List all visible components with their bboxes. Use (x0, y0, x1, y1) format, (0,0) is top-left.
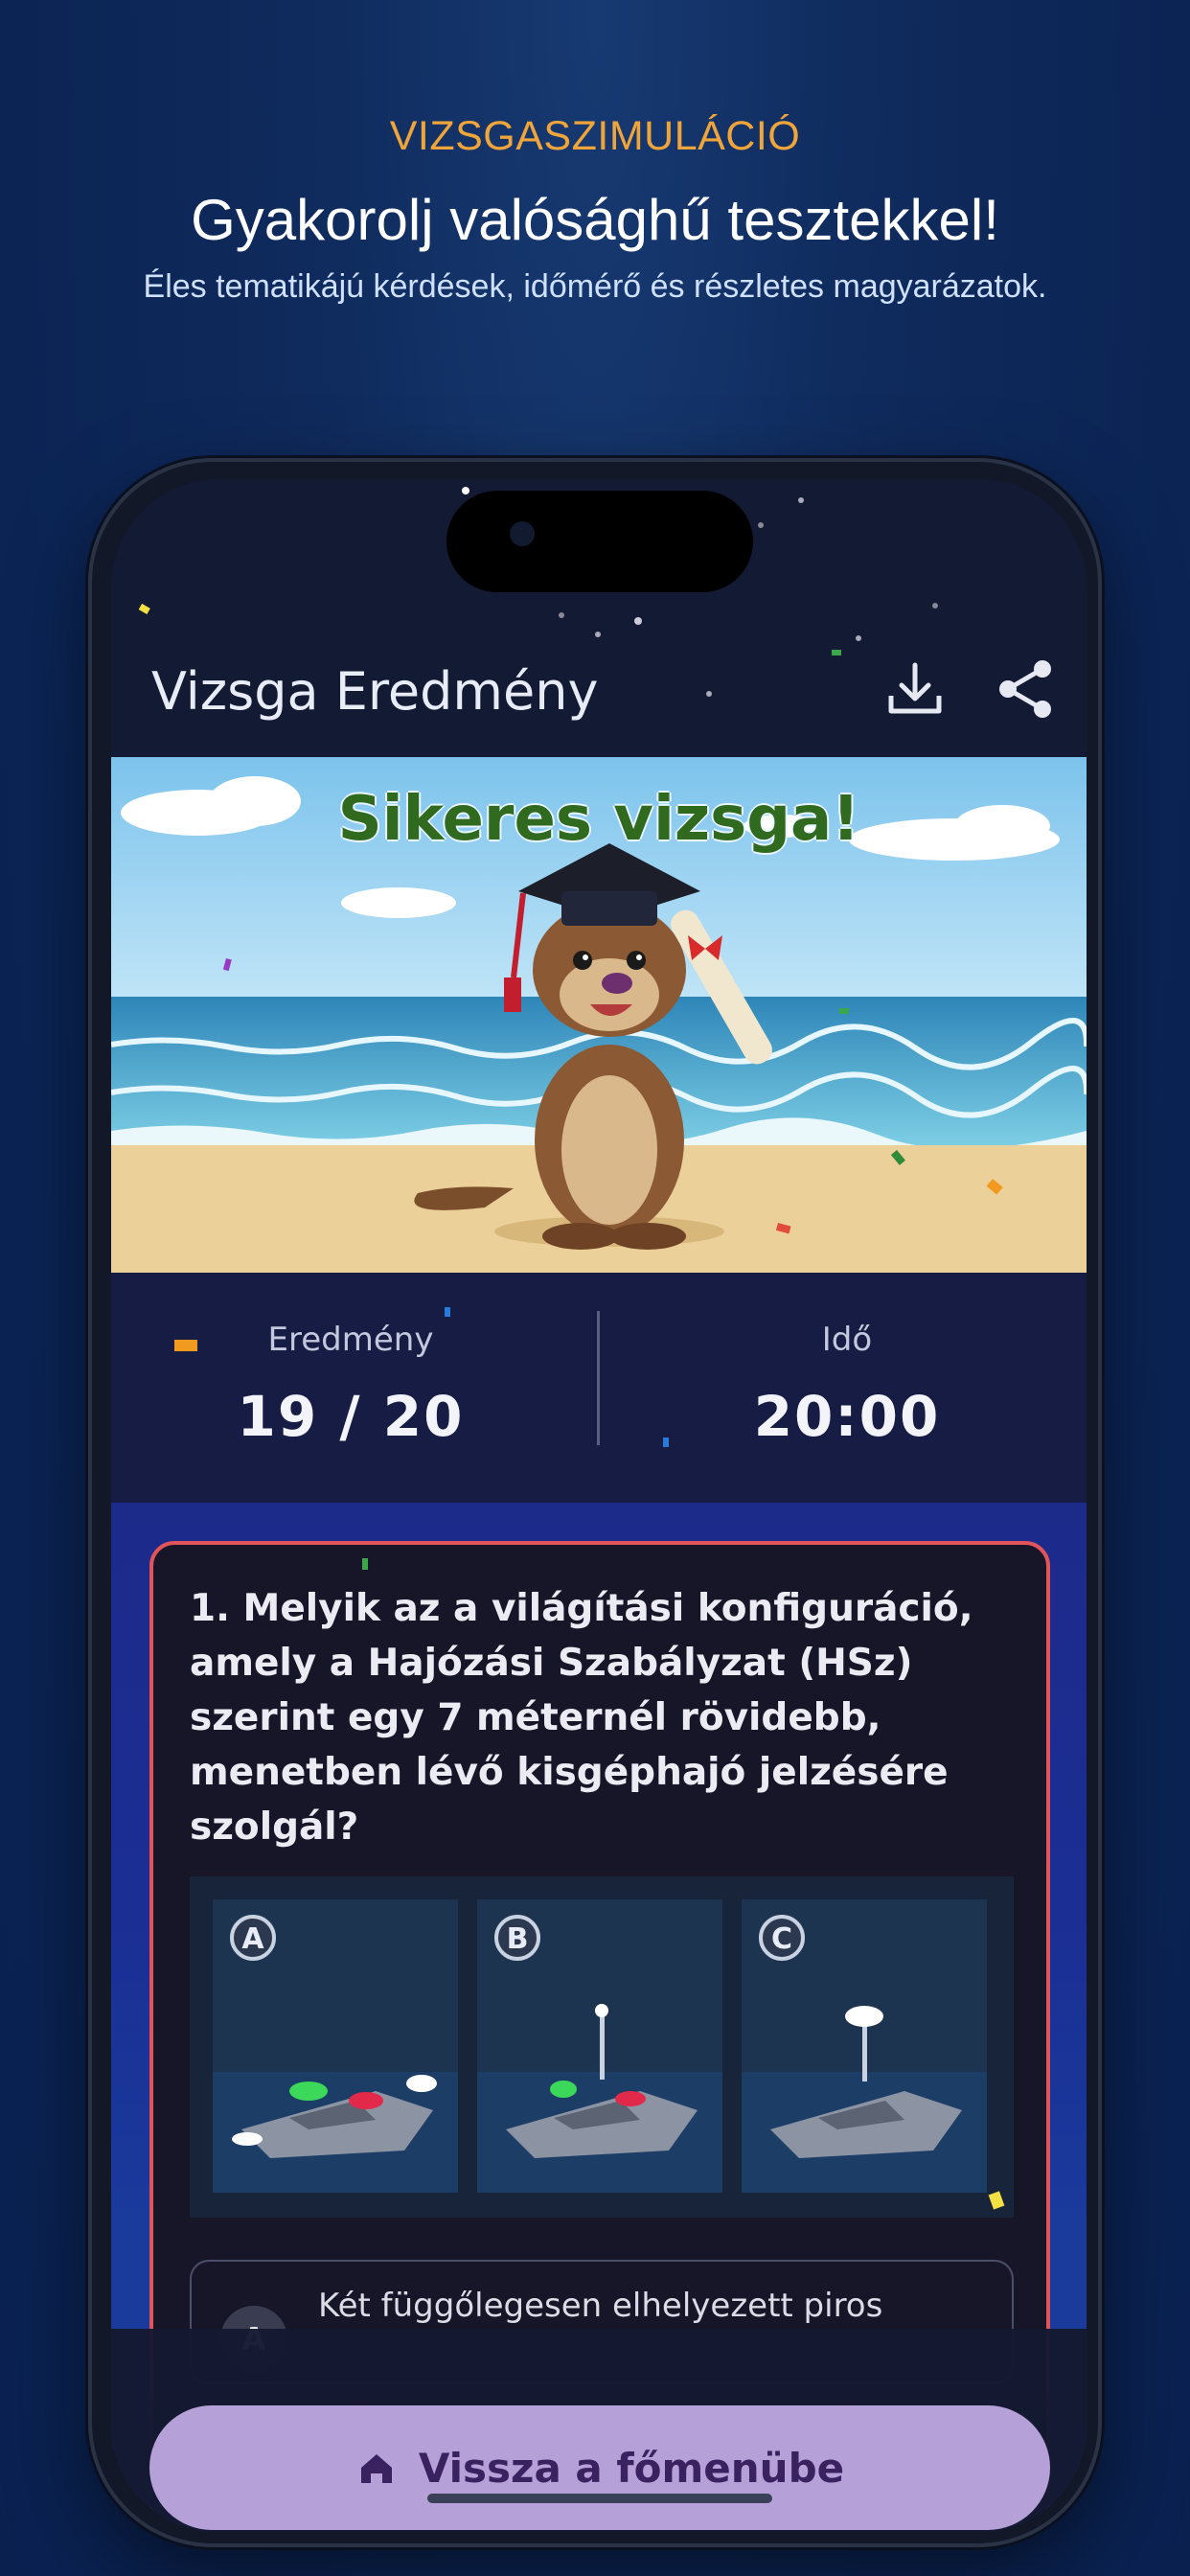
download-button[interactable] (881, 656, 949, 723)
confetti (174, 1340, 197, 1351)
download-icon (888, 662, 942, 714)
share-icon (999, 660, 1051, 718)
home-indicator[interactable] (427, 2494, 772, 2503)
home-icon (360, 2454, 392, 2483)
time-label: Idő (821, 1321, 873, 1359)
boat-lights-illustration: A B C (213, 1899, 987, 2193)
back-to-main-menu-button[interactable]: Vissza a főmenübe (149, 2405, 1050, 2530)
image-label-a: A (241, 1922, 264, 1956)
promo-headline: Gyakorolj valósághű tesztekkel! (191, 188, 999, 252)
success-illustration: Sikeres vizsga! (111, 757, 1087, 1273)
screen-title: Vizsga Eredmény (151, 661, 599, 722)
promo-header: VIZSGASZIMULÁCIÓ Gyakorolj valósághű tes… (0, 113, 1190, 306)
question-image: A B C (190, 1876, 1014, 2218)
time-stat: Idő 20:00 (607, 1321, 1087, 1449)
answer-option-text: Két függőlegesen elhelyezett piros (318, 2287, 883, 2325)
confetti (663, 1438, 669, 1447)
question-text: 1. Melyik az a világítási konfiguráció, … (190, 1587, 973, 1849)
promo-eyebrow: VIZSGASZIMULÁCIÓ (389, 113, 801, 159)
share-button[interactable] (993, 656, 1060, 723)
image-label-b: B (507, 1922, 529, 1956)
promo-subline: Éles tematikájú kérdések, időmérő és rés… (143, 268, 1047, 305)
dynamic-island (446, 491, 753, 592)
stats-divider (597, 1311, 600, 1445)
confetti (362, 1558, 368, 1570)
success-title: Sikeres vizsga! (337, 784, 860, 855)
back-button-label: Vissza a főmenübe (418, 2444, 845, 2492)
score-value: 19 / 20 (237, 1384, 465, 1449)
phone-screen: Vizsga Eredmény Sikeres vizsga! Eredmény… (111, 479, 1087, 2532)
phone-frame: Vizsga Eredmény Sikeres vizsga! Eredmény… (88, 458, 1102, 2547)
image-label-c: C (771, 1922, 792, 1956)
confetti (445, 1307, 450, 1317)
result-stats: Eredmény 19 / 20 Idő 20:00 (111, 1273, 1087, 1503)
time-value: 20:00 (753, 1384, 941, 1449)
